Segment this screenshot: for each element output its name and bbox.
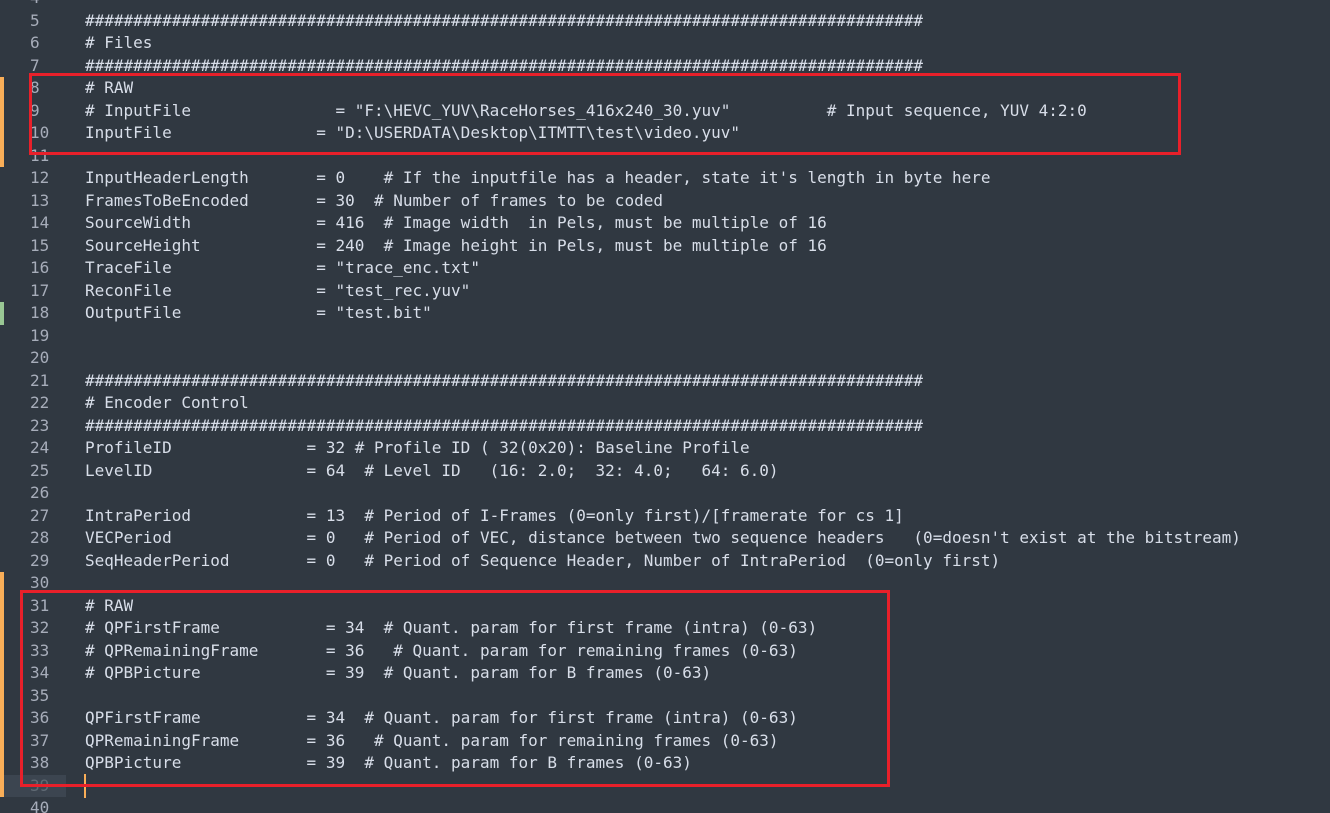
gutter-line: 6 bbox=[0, 32, 66, 55]
gutter-line: 29 bbox=[0, 550, 66, 573]
modified-line-marker bbox=[0, 729, 4, 752]
modified-line-marker bbox=[0, 144, 4, 167]
line-number: 24 bbox=[30, 438, 50, 457]
code-line[interactable]: ########################################… bbox=[85, 10, 923, 33]
line-number: 40 bbox=[30, 798, 50, 813]
modified-line-marker bbox=[0, 774, 4, 797]
modified-line-marker bbox=[0, 77, 4, 100]
line-number: 27 bbox=[30, 505, 50, 525]
gutter-line: 23 bbox=[0, 415, 66, 438]
line-number: 22 bbox=[30, 393, 50, 412]
code-editor[interactable]: 4567891011121314151617181920212223242526… bbox=[0, 0, 1330, 813]
modified-line-marker bbox=[0, 707, 4, 730]
code-line[interactable]: IntraPeriod = 13 # Period of I-Frames (0… bbox=[85, 505, 904, 528]
line-number: 16 bbox=[30, 258, 50, 277]
modified-line-marker bbox=[0, 662, 4, 685]
modified-line-marker bbox=[0, 684, 4, 707]
code-line[interactable]: SourceHeight = 240 # Image height in Pel… bbox=[85, 235, 827, 258]
line-number: 4 bbox=[30, 0, 40, 10]
line-number: 5 bbox=[30, 10, 40, 30]
modified-line-marker bbox=[0, 99, 4, 122]
gutter-line: 21 bbox=[0, 370, 66, 393]
line-number: 25 bbox=[30, 460, 50, 480]
line-number: 18 bbox=[30, 303, 50, 322]
modified-line-marker bbox=[0, 752, 4, 775]
code-line[interactable]: InputHeaderLength = 0 # If the inputfile… bbox=[85, 167, 990, 190]
gutter-line: 24 bbox=[0, 437, 66, 460]
code-line[interactable]: LevelID = 64 # Level ID (16: 2.0; 32: 4.… bbox=[85, 460, 779, 483]
modified-line-marker bbox=[0, 594, 4, 617]
gutter-line: 12 bbox=[0, 167, 66, 190]
modified-line-marker bbox=[0, 572, 4, 595]
gutter-line: 18 bbox=[0, 302, 66, 325]
code-line[interactable]: # Encoder Control bbox=[85, 392, 249, 415]
line-number: 26 bbox=[30, 483, 50, 502]
gutter-line: 17 bbox=[0, 280, 66, 303]
line-number: 12 bbox=[30, 168, 50, 187]
code-line[interactable]: VECPeriod = 0 # Period of VEC, distance … bbox=[85, 527, 1241, 550]
code-line[interactable]: # Files bbox=[85, 32, 152, 55]
line-number: 19 bbox=[30, 325, 50, 345]
line-number: 13 bbox=[30, 190, 50, 210]
gutter-line: 25 bbox=[0, 460, 66, 483]
gutter-line: 5 bbox=[0, 10, 66, 33]
code-line[interactable]: TraceFile = "trace_enc.txt" bbox=[85, 257, 480, 280]
gutter-line: 4 bbox=[0, 0, 66, 10]
line-number: 17 bbox=[30, 280, 50, 300]
gutter-line: 22 bbox=[0, 392, 66, 415]
gutter-line: 19 bbox=[0, 325, 66, 348]
gutter-line: 16 bbox=[0, 257, 66, 280]
code-line[interactable]: SeqHeaderPeriod = 0 # Period of Sequence… bbox=[85, 550, 1000, 573]
code-line[interactable]: ProfileID = 32 # Profile ID ( 32(0x20): … bbox=[85, 437, 750, 460]
line-number: 28 bbox=[30, 528, 50, 547]
highlight-box-input-file bbox=[29, 73, 1181, 155]
line-number: 23 bbox=[30, 415, 50, 435]
gutter-line: 40 bbox=[0, 797, 66, 813]
gutter-line: 15 bbox=[0, 235, 66, 258]
gutter-line: 20 bbox=[0, 347, 66, 370]
gutter-line: 27 bbox=[0, 505, 66, 528]
line-number: 20 bbox=[30, 348, 50, 367]
code-line[interactable]: ########################################… bbox=[85, 415, 923, 438]
line-number: 21 bbox=[30, 370, 50, 390]
code-line[interactable]: OutputFile = "test.bit" bbox=[85, 302, 432, 325]
code-line[interactable]: ########################################… bbox=[85, 370, 923, 393]
modified-line-marker bbox=[0, 122, 4, 145]
modified-line-marker bbox=[0, 617, 4, 640]
highlight-box-qp-params bbox=[20, 589, 890, 787]
gutter-line: 14 bbox=[0, 212, 66, 235]
line-number: 29 bbox=[30, 550, 50, 570]
gutter-line: 26 bbox=[0, 482, 66, 505]
code-line[interactable]: FramesToBeEncoded = 30 # Number of frame… bbox=[85, 190, 663, 213]
line-number: 6 bbox=[30, 33, 40, 52]
added-line-marker bbox=[0, 302, 4, 325]
gutter-line: 13 bbox=[0, 190, 66, 213]
gutter-line: 28 bbox=[0, 527, 66, 550]
line-number: 14 bbox=[30, 213, 50, 232]
line-number: 15 bbox=[30, 235, 50, 255]
code-line[interactable]: SourceWidth = 416 # Image width in Pels,… bbox=[85, 212, 827, 235]
modified-line-marker bbox=[0, 639, 4, 662]
code-line[interactable]: ReconFile = "test_rec.yuv" bbox=[85, 280, 470, 303]
